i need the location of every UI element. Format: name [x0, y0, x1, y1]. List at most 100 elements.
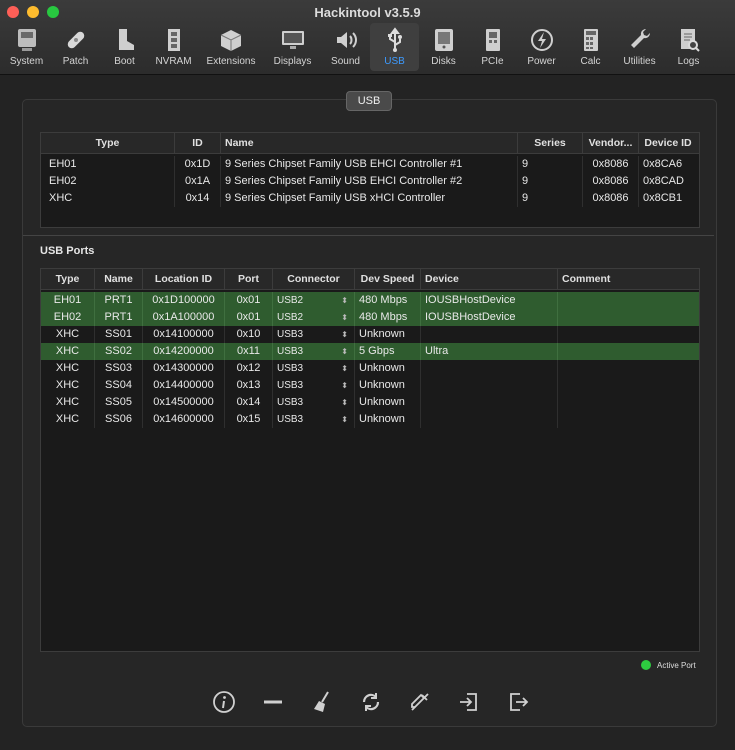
stepper-arrows-icon: ⬍	[341, 296, 348, 305]
import-button[interactable]	[455, 688, 483, 716]
syringe-icon	[411, 693, 429, 711]
cell-device-id: 0x8CA6	[643, 158, 683, 170]
column-header-vendor[interactable]: Vendor...	[583, 133, 639, 153]
cell-type: XHC	[41, 360, 95, 377]
cell-series: 9	[518, 190, 583, 207]
cell-name: SS02	[95, 343, 143, 360]
inject-button[interactable]	[406, 688, 434, 716]
cell-type: EH01	[41, 156, 175, 173]
tab-extensions[interactable]: Extensions	[198, 23, 264, 71]
tab-usb[interactable]: USB	[370, 23, 419, 71]
broom-icon	[314, 691, 329, 712]
clear-button[interactable]	[308, 688, 336, 716]
table-row[interactable]: EH02 0x1A 9 Series Chipset Family USB EHCI…	[41, 173, 699, 190]
cell-location-id: 0x14300000	[143, 360, 225, 377]
tab-disks[interactable]: Disks	[419, 23, 468, 71]
tab-utilities[interactable]: Utilities	[615, 23, 664, 71]
connector-select[interactable]: USB3 ⬍	[273, 377, 355, 394]
tab-displays[interactable]: Displays	[264, 23, 321, 71]
column-header-name[interactable]: Name	[221, 133, 518, 153]
column-header-series[interactable]: Series	[518, 133, 583, 153]
monitor-icon	[281, 31, 304, 49]
cell-location-id: 0x14100000	[143, 326, 225, 343]
remove-button[interactable]	[259, 688, 287, 716]
cell-comment	[558, 411, 699, 428]
connector-value: USB3	[277, 363, 304, 374]
cell-name: SS04	[95, 377, 143, 394]
tab-power[interactable]: Power	[517, 23, 566, 71]
table-row[interactable]: XHC SS01 0x14100000 0x10 USB3 ⬍ Unknown	[41, 326, 699, 343]
tab-logs[interactable]: Logs	[664, 23, 713, 71]
calculator-icon	[583, 29, 598, 51]
speaker-icon	[336, 32, 357, 48]
cell-type: XHC	[41, 377, 95, 394]
column-header-device[interactable]: Device	[421, 269, 558, 289]
tab-sound[interactable]: Sound	[321, 23, 370, 71]
tab-nvram[interactable]: NVRAM	[149, 23, 198, 71]
cell-vendor: 0x8086	[583, 173, 639, 190]
column-header-device-id[interactable]: Device ID	[639, 133, 697, 153]
connector-select[interactable]: USB3 ⬍	[273, 360, 355, 377]
tab-system[interactable]: System	[2, 23, 51, 71]
cell-type: EH02	[41, 173, 175, 190]
column-header-port[interactable]: Port	[225, 269, 273, 289]
table-row[interactable]: XHC SS05 0x14500000 0x14 USB3 ⬍ Unknown	[41, 394, 699, 411]
connector-select[interactable]: USB3 ⬍	[273, 394, 355, 411]
tab-power-label: Power	[527, 56, 556, 67]
legend-label: Active Port	[657, 660, 696, 670]
boot-icon	[118, 29, 134, 50]
tab-boot[interactable]: Boot	[100, 23, 149, 71]
connector-value: USB3	[277, 346, 304, 357]
info-button[interactable]	[210, 688, 238, 716]
cell-device-id: 0x8CAD	[643, 175, 684, 187]
cell-type: XHC	[41, 326, 95, 343]
connector-select[interactable]: USB3 ⬍	[273, 326, 355, 343]
package-icon	[220, 30, 242, 51]
usb-ports-title: USB Ports	[40, 245, 95, 257]
column-header-location-id[interactable]: Location ID	[143, 269, 225, 289]
tab-nvram-label: NVRAM	[155, 56, 192, 67]
table-row[interactable]: EH01 0x1D 9 Series Chipset Family USB EHCI…	[41, 156, 699, 173]
connector-select[interactable]: USB2 ⬍	[273, 292, 355, 309]
table-row[interactable]: XHC 0x14 9 Series Chipset Family USB xHCI …	[41, 190, 699, 207]
connector-value: USB2	[277, 295, 304, 306]
cell-dev-speed: Unknown	[355, 326, 421, 343]
table-row[interactable]: XHC SS04 0x14400000 0x13 USB3 ⬍ Unknown	[41, 377, 699, 394]
table-row[interactable]: EH02 PRT1 0x1A100000 0x01 USB2 ⬍ 480 Mbps IOUSB…	[41, 309, 699, 326]
cell-device	[421, 377, 558, 394]
refresh-button[interactable]	[357, 688, 385, 716]
tab-patch[interactable]: Patch	[51, 23, 100, 71]
connector-select[interactable]: USB2 ⬍	[273, 309, 355, 326]
table-row[interactable]: EH01 PRT1 0x1D100000 0x01 USB2 ⬍ 480 Mbps IOUSB…	[41, 292, 699, 309]
cell-name: 9 Series Chipset Family USB EHCI Control…	[221, 156, 518, 173]
cell-device: IOUSBHostDevice	[421, 292, 558, 309]
table-row[interactable]: XHC SS06 0x14600000 0x15 USB3 ⬍ Unknown	[41, 411, 699, 428]
log-document-icon	[680, 29, 700, 52]
column-header-type[interactable]: Type	[41, 133, 175, 153]
disk-icon	[434, 29, 453, 51]
table-row[interactable]: XHC SS03 0x14300000 0x12 USB3 ⬍ Unknown	[41, 360, 699, 377]
cell-name: 9 Series Chipset Family USB xHCI Control…	[221, 190, 518, 207]
export-button[interactable]	[504, 688, 532, 716]
tab-pcie[interactable]: PCIe	[468, 23, 517, 71]
column-header-id[interactable]: ID	[175, 133, 221, 153]
cell-dev-speed: 480 Mbps	[355, 309, 421, 326]
column-header-type[interactable]: Type	[41, 269, 95, 289]
usb-ports-table[interactable]: Type Name Location ID Port Connector Dev…	[40, 268, 700, 652]
export-icon	[510, 693, 529, 711]
cell-port: 0x15	[225, 411, 273, 428]
column-header-comment[interactable]: Comment	[558, 269, 699, 289]
usb-controllers-table[interactable]: Type ID Name Series Vendor... Device ID …	[40, 132, 700, 228]
connector-select[interactable]: USB3 ⬍	[273, 411, 355, 428]
minus-icon	[264, 700, 282, 704]
column-header-dev-speed[interactable]: Dev Speed	[355, 269, 421, 289]
info-icon	[213, 691, 235, 713]
connector-select[interactable]: USB3 ⬍	[273, 343, 355, 360]
cell-type: XHC	[41, 343, 95, 360]
stepper-arrows-icon: ⬍	[341, 415, 348, 424]
tab-calc[interactable]: Calc	[566, 23, 615, 71]
column-header-name[interactable]: Name	[95, 269, 143, 289]
table-row[interactable]: XHC SS02 0x14200000 0x11 USB3 ⬍ 5 Gbps Ultra	[41, 343, 699, 360]
panel-tab-usb[interactable]: USB	[346, 91, 392, 111]
column-header-connector[interactable]: Connector	[273, 269, 355, 289]
